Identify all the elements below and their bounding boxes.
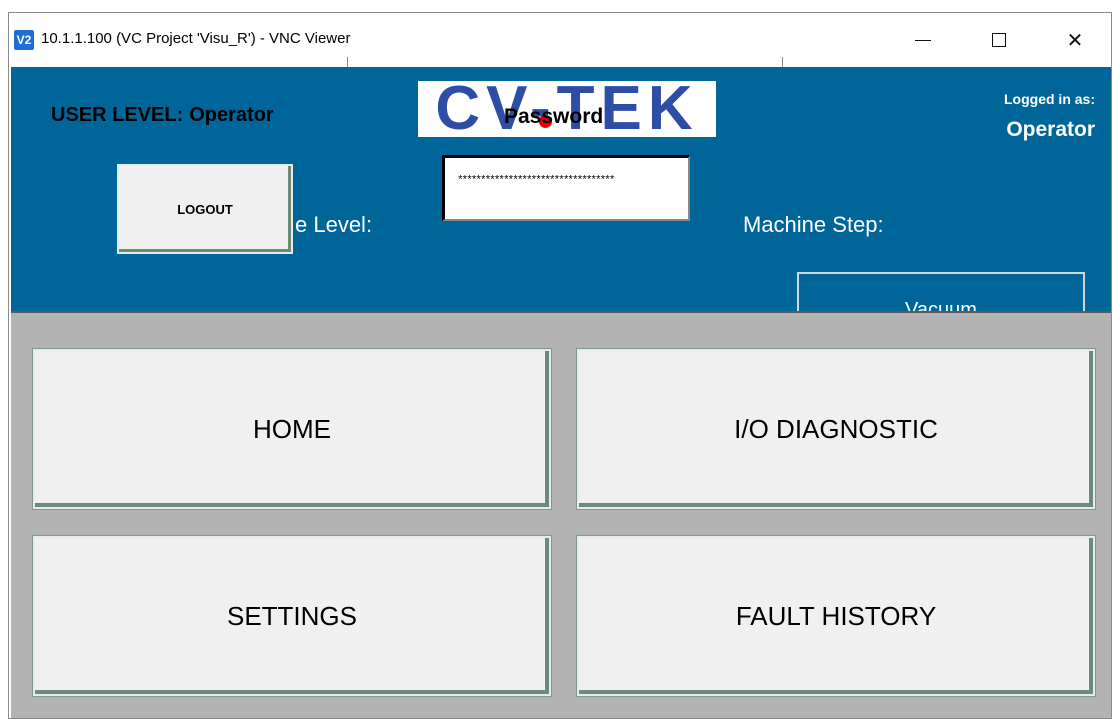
io-diagnostic-button[interactable]: I/O DIAGNOSTIC — [577, 349, 1095, 509]
logged-in-label: Logged in as: — [1004, 91, 1095, 107]
hmi-screen: USER LEVEL: Operator CV-TEK Password ****… — [11, 67, 1111, 718]
password-field[interactable]: ********************************** — [442, 155, 690, 221]
state-level-label: e Level: — [295, 212, 373, 237]
settings-button[interactable]: SETTINGS — [33, 536, 551, 696]
vnc-viewer-icon: V2 — [14, 30, 34, 50]
logout-button[interactable]: LOGOUT — [117, 164, 293, 254]
user-level: USER LEVEL: Operator — [51, 104, 274, 127]
maximize-icon — [992, 33, 1006, 47]
machine-step-label: Machine Step: — [743, 212, 884, 237]
navigation-menu: HOME I/O DIAGNOSTIC SETTINGS FAULT HISTO… — [11, 311, 1111, 718]
window-title: 10.1.1.100 (VC Project 'Visu_R') - VNC V… — [41, 30, 351, 47]
fault-history-button[interactable]: FAULT HISTORY — [577, 536, 1095, 696]
user-level-label: USER LEVEL: — [51, 104, 184, 126]
minimize-button[interactable] — [894, 13, 952, 67]
maximize-button[interactable] — [970, 13, 1028, 67]
logged-in-user: Operator — [1006, 118, 1095, 141]
home-button[interactable]: HOME — [33, 349, 551, 509]
vnc-viewer-window: V2 10.1.1.100 (VC Project 'Visu_R') - VN… — [8, 12, 1112, 719]
close-button[interactable]: ✕ — [1046, 13, 1104, 67]
minimize-icon — [915, 39, 931, 41]
close-icon: ✕ — [1066, 29, 1084, 52]
password-mask: ********************************** — [457, 175, 615, 187]
user-level-value: Operator — [189, 104, 274, 126]
password-label: Password — [504, 105, 604, 128]
